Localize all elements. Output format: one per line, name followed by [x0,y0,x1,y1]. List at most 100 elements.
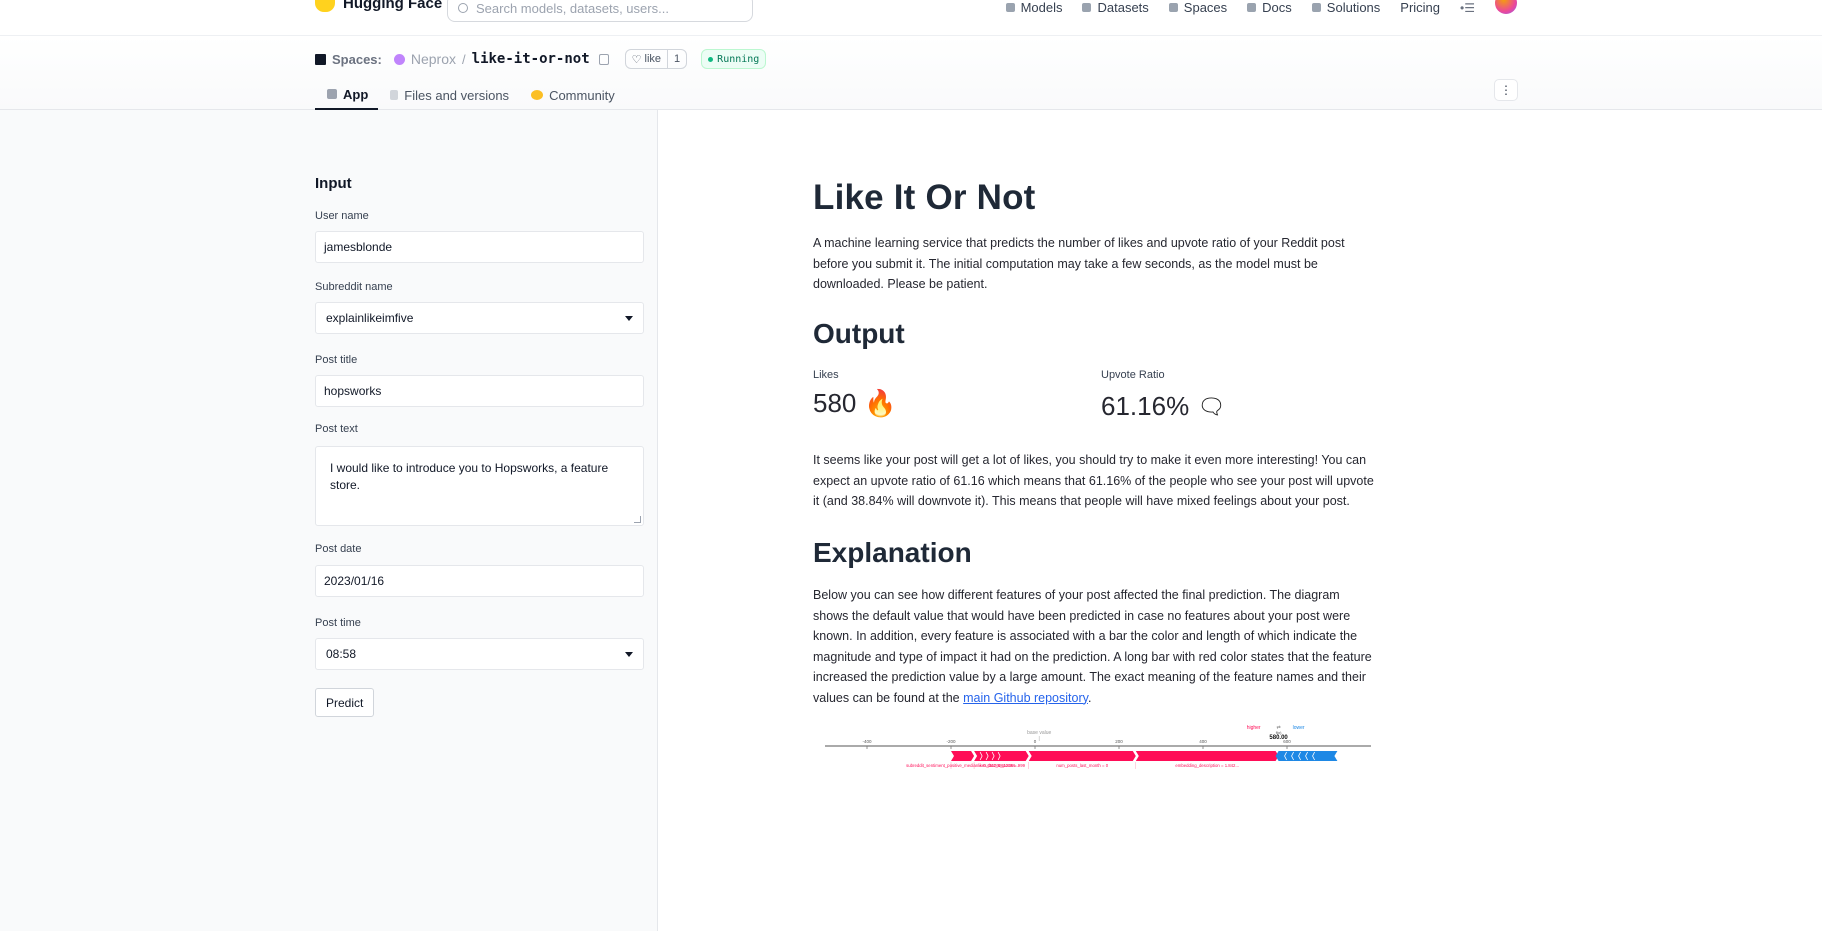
tick-label: 0 [1034,739,1037,744]
subreddit-label: Subreddit name [315,281,393,293]
post-time-select[interactable]: 08:58 [315,638,644,670]
positive-feature-bar [1028,751,1136,761]
speech-bubble-emoji: 🗨 [1197,393,1226,419]
input-panel: Input User name jamesblonde Subreddit na… [0,110,658,931]
breadcrumb: Spaces: Neprox / like-it-or-not ♡ like 1 … [315,49,767,69]
post-text-value: I would like to introduce you to Hopswor… [330,461,609,492]
datasets-icon [1082,3,1092,12]
nav-docs-label: Docs [1262,0,1292,15]
username-field[interactable]: jamesblonde [315,231,644,263]
speech-bubbles-icon: 🗨 [1197,394,1225,420]
space-header: Spaces: Neprox / like-it-or-not ♡ like 1 … [0,36,1822,110]
tick-label: 200 [1115,739,1123,744]
tick-label: 400 [1199,739,1207,744]
status-label: Running [717,53,760,65]
upvote-metric: 61.16% 🗨 [1101,391,1225,422]
resize-handle-icon[interactable] [634,516,641,523]
tab-files[interactable]: Files and versions [378,80,519,110]
username-value: jamesblonde [324,240,393,254]
post-title-label: Post title [315,354,358,366]
post-date-label: Post date [315,543,362,555]
like-button[interactable]: ♡ like 1 [624,49,688,69]
post-text-label: Post text [315,423,358,435]
app-icon [327,89,337,99]
spaces-icon [315,53,326,65]
menu-icon[interactable]: •☰ [1460,1,1475,15]
positive-feature-label: embedding_description = 1.842... [1175,763,1239,768]
models-icon [1005,3,1015,12]
like-count: 1 [667,50,686,68]
heart-icon: ♡ [631,53,642,66]
nav-pricing[interactable]: Pricing [1400,0,1440,15]
space-name[interactable]: like-it-or-not [472,51,590,67]
spaces-icon [1168,3,1178,12]
docs-icon [1247,3,1257,12]
subreddit-select[interactable]: explainlikeimfive [315,302,644,334]
fire-icon: 🔥 [864,388,897,418]
explanation-body: Below you can see how different features… [813,588,1372,705]
output-value: 580.00 [1269,735,1288,741]
nav-solutions-label: Solutions [1326,0,1381,15]
nav-solutions[interactable]: Solutions [1311,0,1381,15]
nav-datasets[interactable]: Datasets [1082,0,1149,15]
base-value-label: base value [1027,730,1051,736]
user-avatar[interactable] [1495,0,1517,14]
search-placeholder: Search models, datasets, users... [476,0,669,16]
higher-label: higher [1247,725,1261,731]
spaces-link[interactable]: Spaces: [332,52,382,67]
predict-button[interactable]: Predict [315,688,375,717]
nav-docs[interactable]: Docs [1247,0,1292,15]
shap-force-plot: -400 -200 0 200 400 600 base value higher ⇄ lower… [813,720,1378,780]
org-link[interactable]: Neprox [411,51,456,67]
top-navbar: Hugging Face Search models, datasets, us… [0,0,1822,36]
positive-feature-label: num_posts_last_month = 0 [1056,763,1108,768]
output-heading: Output [813,318,905,349]
tab-community-label: Community [549,87,615,103]
post-date-field[interactable]: 2023/01/16 [315,565,644,597]
nav-spaces[interactable]: Spaces [1168,0,1228,15]
hugging-face-icon [315,0,335,12]
like-label: like [644,53,662,65]
explanation-heading: Explanation [813,537,972,568]
explanation-text: Below you can see how different features… [813,585,1378,708]
upvote-value: 61.16% [1101,391,1190,421]
copy-icon[interactable] [598,53,609,65]
lower-label: lower [1293,725,1305,731]
subreddit-value: explainlikeimfive [326,311,414,325]
nav-pricing-label: Pricing [1400,0,1441,15]
status-dot-icon [708,56,714,62]
username-label: User name [315,210,369,222]
post-time-value: 08:58 [326,647,357,661]
brand-name: Hugging Face [343,0,443,12]
likes-value: 580 [813,388,857,418]
post-time-label: Post time [315,617,361,629]
output-text: It seems like your post will get a lot o… [813,453,1374,508]
org-avatar [393,53,405,65]
chevron-down-icon [625,316,633,321]
post-date-value: 2023/01/16 [324,574,385,588]
positive-feature-bar [951,751,975,761]
post-title-value: hopsworks [324,384,382,398]
force-plot-svg: -400 -200 0 200 400 600base valuehigher ⇄ lower… [825,725,1371,769]
hugging-face-logo[interactable]: Hugging Face [315,0,442,12]
github-link[interactable]: main Github repository [963,691,1088,705]
post-text-area[interactable]: I would like to introduce you to Hopswor… [315,446,644,526]
nav-datasets-label: Datasets [1097,0,1149,15]
more-options-button[interactable]: ⋮ [1494,79,1518,101]
tab-community[interactable]: Community [519,80,625,110]
search-input[interactable]: Search models, datasets, users... [447,0,753,22]
files-icon [390,90,399,100]
nav-spaces-label: Spaces [1183,0,1228,15]
tab-files-label: Files and versions [404,87,510,103]
post-title-field[interactable]: hopsworks [315,375,644,407]
explanation-end: . [1087,690,1092,705]
search-icon [458,3,468,13]
intro-text: A machine learning service that predicts… [813,236,1345,291]
tick-label: -200 [946,739,956,744]
positive-feature-label: likes_last_5_posts = 999 [978,763,1026,768]
nav-models-label: Models [1020,0,1063,15]
tab-app-label: App [343,86,369,102]
nav-models[interactable]: Models [1005,0,1063,15]
solutions-icon [1311,3,1321,12]
tab-app[interactable]: App [315,80,379,110]
